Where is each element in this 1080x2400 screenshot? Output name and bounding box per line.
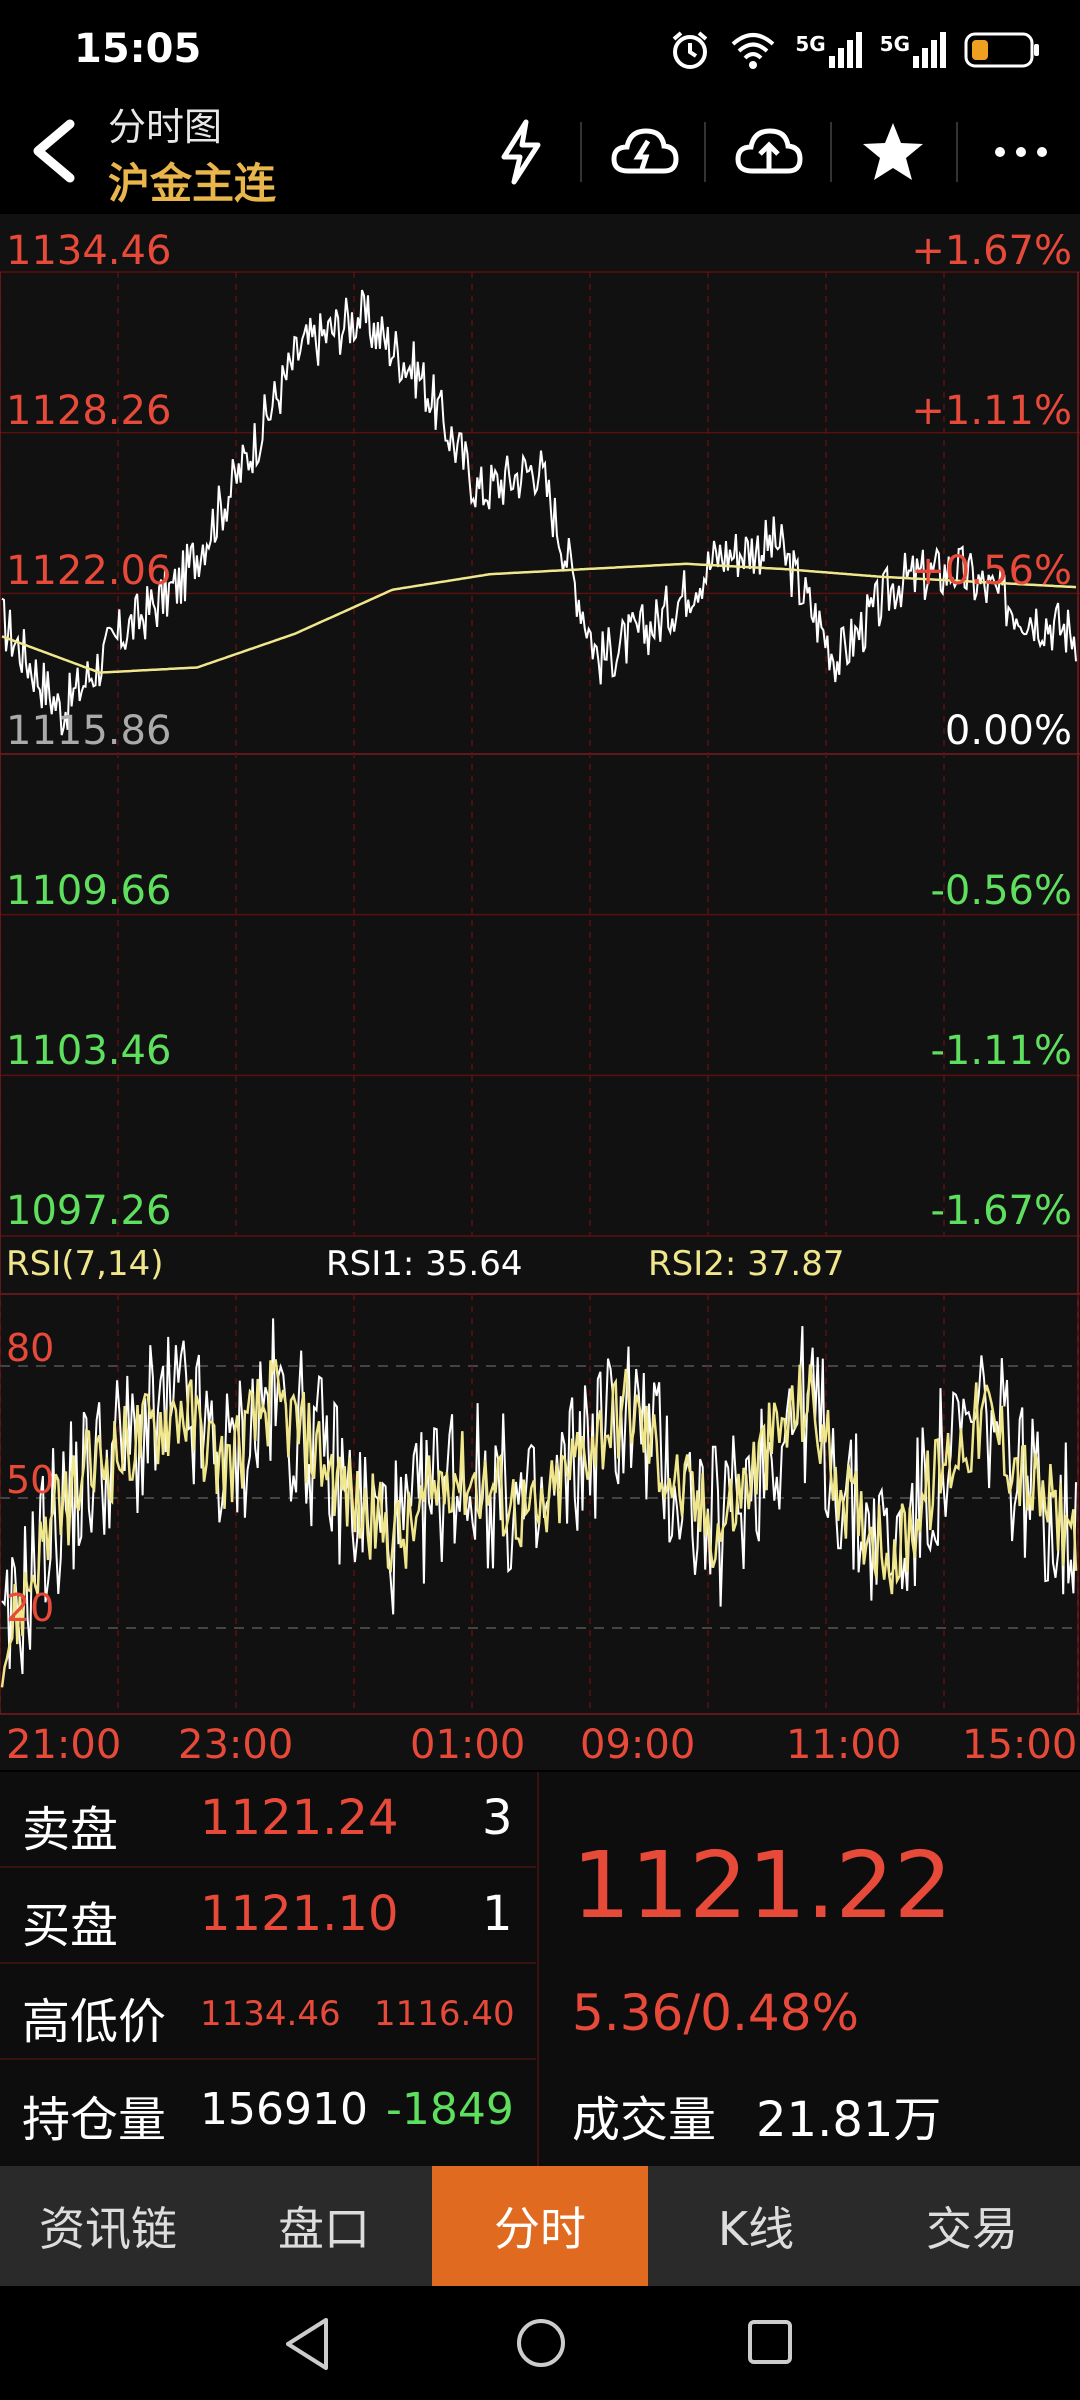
sell-label: 卖盘 (22, 1802, 119, 1858)
cloud-lightning-icon (611, 128, 679, 174)
sell-row: 卖盘 1121.24 3 (0, 1772, 536, 1868)
time-label: 21:00 (6, 1722, 122, 1768)
volume: 21.81万 (756, 2092, 942, 2148)
pct-label: -0.56% (930, 868, 1072, 914)
system-nav-bar (0, 2286, 1080, 2400)
tab-kline[interactable]: K线 (648, 2166, 864, 2286)
nav-recents-icon[interactable] (746, 2318, 794, 2366)
open-interest-label: 持仓量 (22, 2092, 167, 2148)
pct-label: -1.11% (930, 1028, 1072, 1074)
time-label: 11:00 (786, 1722, 902, 1768)
tab-timeshare[interactable]: 分时 (432, 2166, 648, 2286)
high-low-row: 高低价 1134.46 1116.40 (0, 1964, 536, 2060)
price-label: 1115.86 (6, 708, 172, 754)
volume-label: 成交量 (572, 2092, 717, 2148)
rsi2-line (0, 1359, 1078, 1688)
header-divider (956, 122, 958, 182)
high-low-label: 高低价 (22, 1994, 167, 2050)
status-icons: 5G 5G (669, 28, 1040, 72)
time-label: 15:00 (962, 1722, 1078, 1768)
nav-back-icon[interactable] (282, 2316, 332, 2372)
open-interest-change: -1849 (386, 2084, 514, 2135)
open-interest-row: 持仓量 156910 -1849 (0, 2060, 536, 2154)
time-label: 23:00 (178, 1722, 294, 1768)
time-label: 09:00 (580, 1722, 696, 1768)
sell-price: 1121.24 (200, 1790, 399, 1846)
price-label: 1122.06 (6, 548, 172, 594)
price-label: 1097.26 (6, 1188, 172, 1234)
wifi-icon (731, 33, 775, 69)
alarm-icon (673, 31, 708, 69)
cloud-upload-button[interactable] (724, 112, 814, 192)
signal-5g-icon-1: 5G (795, 32, 862, 68)
signal-5g-icon-2: 5G (880, 32, 946, 68)
more-button[interactable] (976, 112, 1066, 192)
tab-news-chain[interactable]: 资讯链 (0, 2166, 216, 2286)
net1-label: 5G (795, 32, 826, 56)
buy-label: 买盘 (22, 1898, 119, 1954)
cloud-sync-button[interactable] (600, 112, 690, 192)
rsi-level-label: 80 (6, 1326, 55, 1370)
favorite-button[interactable] (848, 112, 938, 192)
last-price: 1121.22 (572, 1832, 953, 1939)
price-label: 1103.46 (6, 1028, 172, 1074)
rsi2-value: RSI2: 37.87 (648, 1244, 845, 1284)
nav-home-icon[interactable] (514, 2316, 568, 2370)
pct-label: -1.67% (930, 1188, 1072, 1234)
pct-label: +1.11% (911, 388, 1072, 434)
timeshare-chart[interactable] (0, 214, 1080, 1770)
rsi1-line (1, 1318, 1077, 1675)
pct-label: 0.00% (944, 708, 1072, 754)
panel-divider (537, 1772, 539, 2166)
rsi-title: RSI(7,14) (6, 1244, 164, 1284)
pct-label: +1.67% (911, 228, 1072, 274)
tab-order-book[interactable]: 盘口 (216, 2166, 432, 2286)
header-divider (580, 122, 582, 182)
price-label: 1134.46 (6, 228, 172, 274)
open-interest: 156910 (200, 2084, 368, 2135)
contract-name: 沪金主连 (108, 159, 277, 208)
tab-bar: 资讯链 盘口 分时 K线 交易 (0, 2166, 1080, 2286)
page-title: 分时图 (108, 105, 223, 149)
price-label: 1109.66 (6, 868, 172, 914)
price-change: 5.36/0.48% (572, 1984, 860, 2042)
battery-icon (964, 32, 1039, 68)
net2-label: 5G (879, 32, 910, 56)
tab-trade[interactable]: 交易 (864, 2166, 1080, 2286)
buy-price: 1121.10 (200, 1886, 399, 1942)
status-time: 15:05 (74, 26, 202, 72)
back-button[interactable] (24, 116, 84, 186)
lightning-button[interactable] (476, 112, 566, 192)
rsi-level-label: 50 (6, 1458, 55, 1502)
rsi1-value: RSI1: 35.64 (326, 1244, 523, 1284)
low-price: 1116.40 (374, 1994, 515, 2034)
buy-row: 买盘 1121.10 1 (0, 1868, 536, 1964)
lightning-icon (501, 119, 541, 185)
price-label: 1128.26 (6, 388, 172, 434)
rsi-level-label: 20 (6, 1586, 55, 1630)
quote-panel: 卖盘 1121.24 3 买盘 1121.10 1 高低价 1134.46 11… (0, 1772, 1080, 2166)
star-icon (863, 123, 923, 180)
high-price: 1134.46 (200, 1994, 341, 2034)
sell-qty: 3 (482, 1790, 513, 1846)
header-divider (704, 122, 706, 182)
header-divider (830, 122, 832, 182)
buy-qty: 1 (482, 1886, 513, 1942)
pct-label: +0.56% (911, 548, 1072, 594)
more-icon (995, 147, 1047, 157)
time-label: 01:00 (410, 1722, 526, 1768)
cloud-upload-icon (735, 128, 803, 174)
chart-area[interactable]: 1134.46 1128.26 1122.06 1115.86 1109.66 … (0, 214, 1080, 1770)
